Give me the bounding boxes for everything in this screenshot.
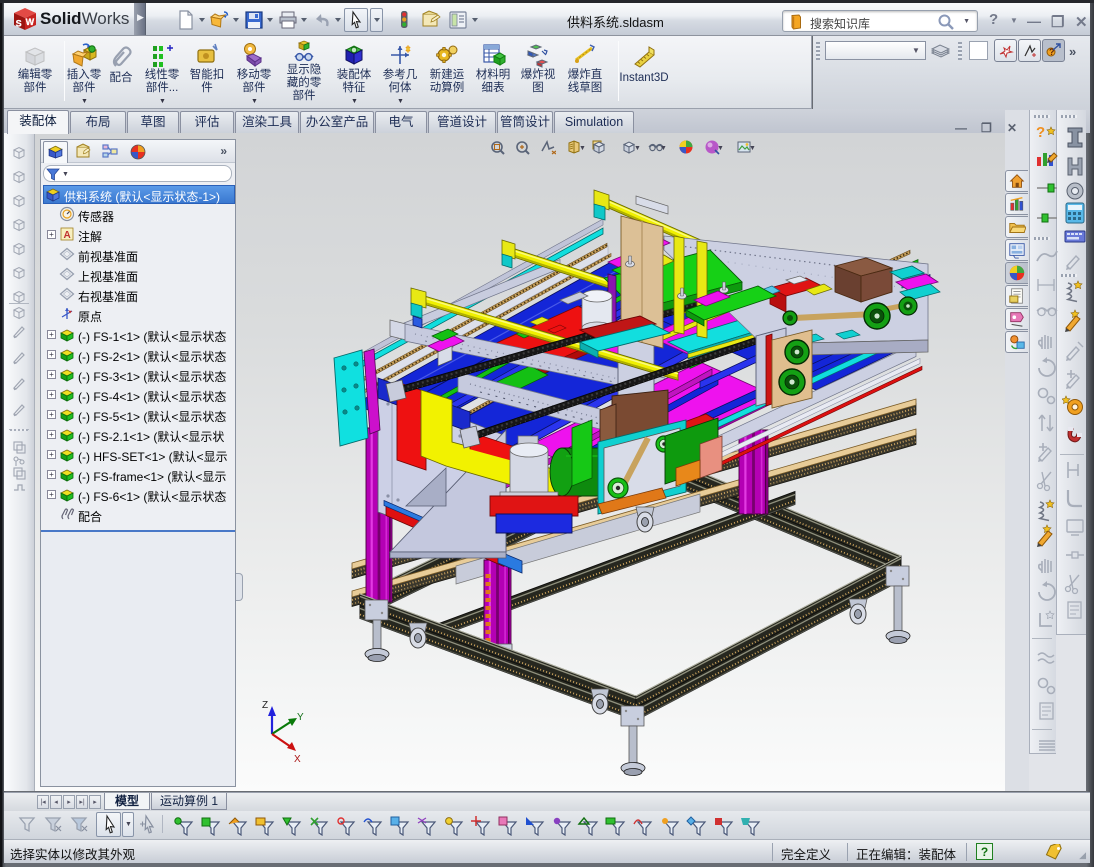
svg-text:X: X	[294, 754, 301, 765]
svg-text:Y: Y	[297, 712, 304, 723]
svg-text:Z: Z	[262, 700, 268, 711]
svg-text:W: W	[26, 17, 35, 27]
svg-text:S: S	[16, 19, 22, 29]
svg-text:?: ?	[1036, 124, 1045, 141]
svg-text:A: A	[64, 230, 71, 241]
